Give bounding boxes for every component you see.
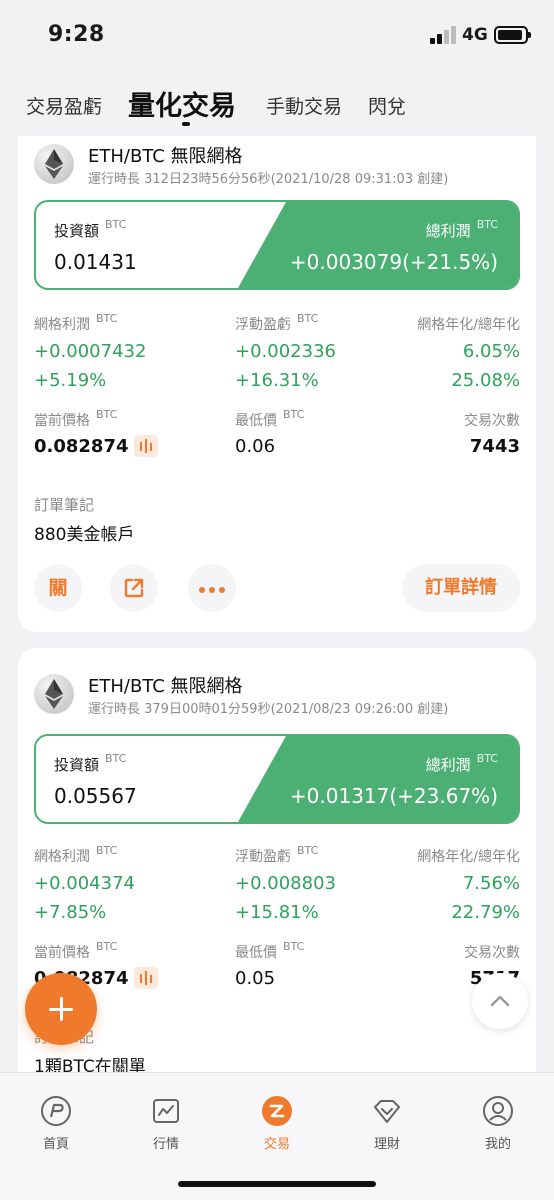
home-icon	[41, 1096, 71, 1126]
home-indicator	[178, 1181, 376, 1187]
grid-profit-value: +0.0007432	[34, 341, 147, 362]
share-icon	[124, 578, 144, 598]
bot-list[interactable]: ETH/BTC 無限網格 運行時長 312日23時56分56秒(2021/10/…	[0, 136, 554, 1072]
profile-icon	[483, 1096, 513, 1126]
profit-panel	[238, 202, 518, 288]
investment-label: 投資額 BTC	[54, 752, 127, 774]
nav-finance-label: 理財	[373, 1137, 400, 1152]
market-chart-icon	[153, 1099, 179, 1123]
eth-coin-icon	[34, 674, 74, 714]
kline-chart-icon[interactable]	[134, 435, 158, 457]
float-pnl-value: +0.002336	[235, 341, 336, 362]
pair-name: ETH/BTC 無限網格	[88, 146, 243, 167]
investment-label: 投資額 BTC	[54, 218, 127, 240]
lowest-price-label: 最低價 BTC	[235, 940, 305, 961]
scroll-to-top-button[interactable]	[472, 973, 528, 1029]
total-profit-label: 總利潤 BTC	[425, 218, 498, 240]
network-type: 4G	[462, 25, 488, 45]
active-tab-indicator	[182, 122, 190, 126]
order-details-button[interactable]: 訂單詳情	[402, 564, 520, 612]
investment-summary: 投資額 BTC 0.01431 總利潤 BTC +0.003079(+21.5%)	[34, 200, 520, 290]
battery-icon	[494, 26, 531, 44]
grid-annualized-value: 6.05%	[462, 341, 520, 362]
trade-count-label: 交易次數	[464, 413, 520, 429]
grid-profit-pct: +7.85%	[34, 902, 107, 923]
lowest-price-value: 0.06	[235, 436, 276, 457]
grid-annualized-value: 7.56%	[462, 873, 520, 894]
grid-profit-pct: +5.19%	[34, 370, 107, 391]
chevron-up-icon	[490, 995, 510, 1007]
grid-bot-card[interactable]: ETH/BTC 無限網格 運行時長 312日23時56分56秒(2021/10/…	[18, 136, 536, 632]
float-pnl-pct: +16.31%	[235, 370, 319, 391]
total-annualized-value: 22.79%	[451, 902, 520, 923]
nav-market[interactable]: 行情	[131, 1095, 201, 1152]
signal-icon	[430, 26, 456, 44]
status-bar: 9:28 4G	[0, 0, 554, 70]
trade-count-label: 交易次數	[464, 945, 520, 961]
lowest-price-label: 最低價 BTC	[235, 408, 305, 429]
tab-trade-pnl[interactable]: 交易盈虧	[26, 92, 102, 119]
annualized-label: 網格年化/總年化	[417, 849, 520, 865]
tab-flash-swap[interactable]: 閃兌	[368, 92, 406, 119]
total-profit-value: +0.003079(+21.5%)	[289, 250, 498, 274]
grid-profit-value: +0.004374	[34, 873, 135, 894]
current-price-value: 0.082874	[34, 436, 129, 457]
run-duration: 運行時長 312日23時56分56秒(2021/10/28 09:31:03 創…	[88, 172, 449, 187]
close-bot-button[interactable]: 關	[34, 564, 82, 612]
grid-profit-label: 網格利潤 BTC	[34, 844, 118, 865]
nav-trade-label: 交易	[263, 1137, 290, 1152]
more-button[interactable]	[188, 564, 236, 612]
investment-value: 0.01431	[54, 250, 137, 274]
nav-profile[interactable]: 我的	[463, 1095, 533, 1152]
float-pnl-value: +0.008803	[235, 873, 336, 894]
investment-value: 0.05567	[54, 784, 137, 808]
nav-home-label: 首頁	[42, 1137, 69, 1152]
annualized-label: 網格年化/總年化	[417, 317, 520, 333]
nav-home[interactable]: 首頁	[21, 1095, 91, 1152]
pair-name: ETH/BTC 無限網格	[88, 676, 243, 697]
order-note-text: 880美金帳戶	[34, 525, 135, 545]
grid-profit-label: 網格利潤 BTC	[34, 312, 118, 333]
top-tabs: 交易盈虧 量化交易 手動交易 閃兌	[0, 80, 554, 130]
run-duration: 運行時長 379日00時01分59秒(2021/08/23 09:26:00 創…	[88, 702, 449, 717]
status-time: 9:28	[48, 22, 105, 47]
trade-count-value: 7443	[469, 436, 520, 457]
eth-coin-icon	[34, 144, 74, 184]
total-annualized-value: 25.08%	[451, 370, 520, 391]
investment-summary: 投資額 BTC 0.05567 總利潤 BTC +0.01317(+23.67%)	[34, 734, 520, 824]
current-price-label: 當前價格 BTC	[34, 940, 118, 961]
nav-market-label: 行情	[152, 1137, 179, 1152]
current-price-label: 當前價格 BTC	[34, 408, 118, 429]
share-button[interactable]	[110, 564, 158, 612]
nav-trade[interactable]: 交易	[242, 1095, 312, 1152]
order-note-text: 1顆BTC在關單	[34, 1057, 146, 1072]
more-dots-icon	[199, 587, 225, 593]
tab-manual-trading[interactable]: 手動交易	[266, 92, 342, 119]
total-profit-value: +0.01317(+23.67%)	[289, 784, 498, 808]
float-pnl-label: 浮動盈虧 BTC	[235, 312, 319, 333]
trade-icon	[262, 1096, 292, 1126]
nav-finance[interactable]: 理財	[352, 1095, 422, 1152]
lowest-price-value: 0.05	[235, 968, 276, 989]
float-pnl-pct: +15.81%	[235, 902, 319, 923]
kline-chart-icon[interactable]	[134, 967, 158, 989]
total-profit-label: 總利潤 BTC	[425, 752, 498, 774]
float-pnl-label: 浮動盈虧 BTC	[235, 844, 319, 865]
order-note-label: 訂單筆記	[34, 496, 95, 514]
finance-diamond-icon	[374, 1100, 400, 1123]
profit-panel	[238, 736, 518, 822]
create-bot-button[interactable]	[25, 973, 97, 1045]
nav-profile-label: 我的	[484, 1137, 511, 1152]
tab-quant-trading[interactable]: 量化交易	[128, 84, 236, 123]
